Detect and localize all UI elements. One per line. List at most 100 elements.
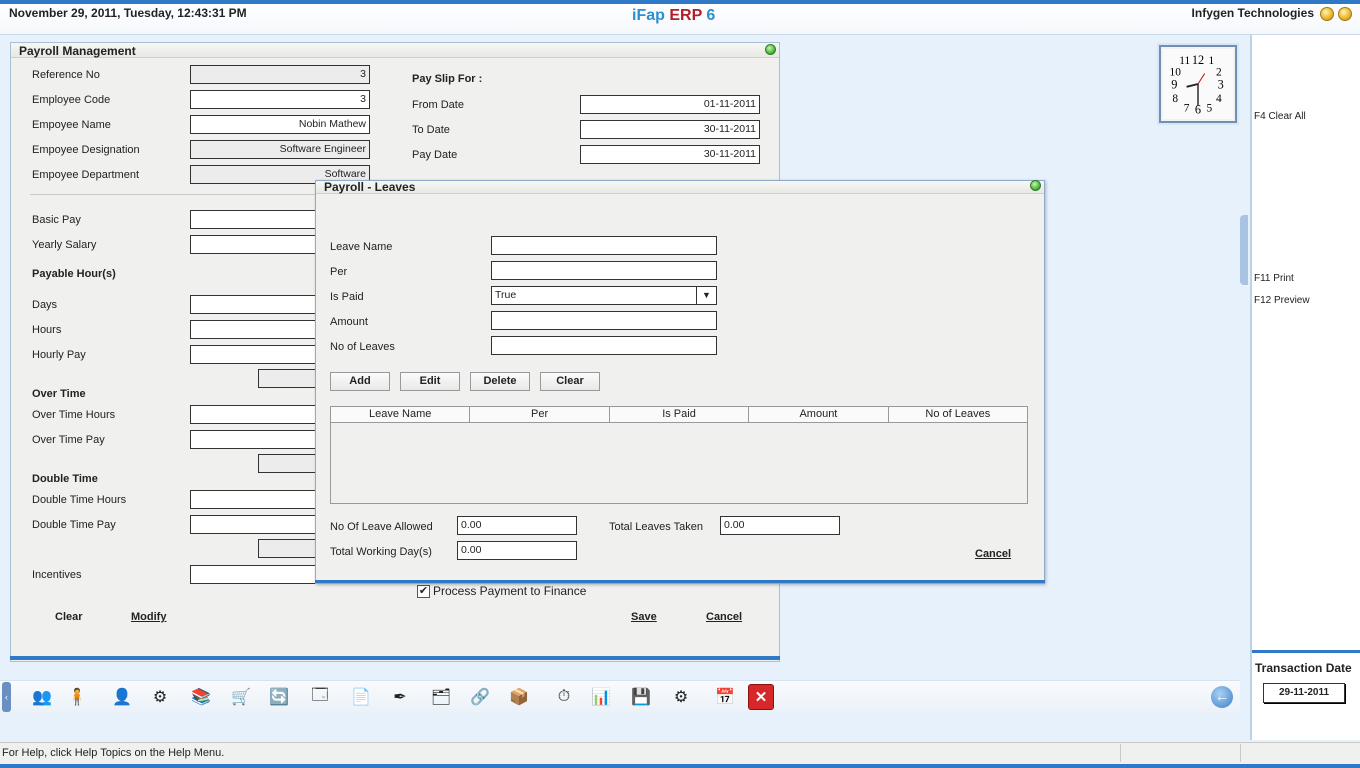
per-input[interactable] xyxy=(491,261,717,280)
box-icon[interactable]: 📦 xyxy=(506,684,532,710)
employee-code-field[interactable]: 3 xyxy=(190,90,370,109)
payable-hours-heading: Payable Hour(s) xyxy=(32,268,116,280)
settings-icon[interactable]: ⚙ xyxy=(668,684,694,710)
process-payment-checkbox[interactable]: ✔ xyxy=(417,585,430,598)
double-time-hours-label: Double Time Hours xyxy=(32,494,127,506)
pen-icon[interactable]: ✒ xyxy=(387,684,413,710)
leaves-table-header: Leave Name Per Is Paid Amount No of Leav… xyxy=(331,407,1027,423)
leaves-cancel-button[interactable]: Cancel xyxy=(975,548,1011,560)
no-of-leaves-label: No of Leaves xyxy=(330,341,395,353)
clock-face-icon: 12 3 6 9 11 1 2 4 5 7 8 10 xyxy=(1162,48,1234,120)
column-header-is-paid[interactable]: Is Paid xyxy=(610,407,750,422)
close-app-icon[interactable] xyxy=(1338,7,1352,21)
double-time-heading: Double Time xyxy=(32,473,98,485)
double-time-pay-label: Double Time Pay xyxy=(32,519,116,531)
f4-clear-all-link[interactable]: F4 Clear All xyxy=(1254,111,1306,122)
document-icon[interactable]: 📄 xyxy=(348,684,374,710)
amount-input[interactable] xyxy=(491,311,717,330)
section-divider xyxy=(30,194,320,195)
person-icon[interactable]: 🧍 xyxy=(64,684,90,710)
payroll-window-title: Payroll Management xyxy=(19,44,136,58)
panel-collapse-handle[interactable] xyxy=(1240,215,1248,285)
over-time-pay-label: Over Time Pay xyxy=(32,434,105,446)
payslip-for-heading: Pay Slip For : xyxy=(412,73,483,85)
svg-text:1: 1 xyxy=(1208,55,1214,67)
share-icon[interactable]: 🔗 xyxy=(467,684,493,710)
status-help-text: For Help, click Help Topics on the Help … xyxy=(2,747,225,759)
no-of-leaves-input[interactable] xyxy=(491,336,717,355)
svg-text:11: 11 xyxy=(1179,55,1190,67)
report-icon[interactable]: 📊 xyxy=(588,684,614,710)
is-paid-label: Is Paid xyxy=(330,291,364,303)
from-date-field[interactable]: 01-11-2011 xyxy=(580,95,760,114)
column-header-per[interactable]: Per xyxy=(470,407,610,422)
chevron-down-icon[interactable]: ▼ xyxy=(696,287,716,304)
over-time-hours-label: Over Time Hours xyxy=(32,409,116,421)
svg-text:10: 10 xyxy=(1170,66,1182,78)
app-brand: iFap ERP 6 xyxy=(632,7,715,25)
cart-icon[interactable]: 🛒 xyxy=(228,684,254,710)
transaction-date-label: Transaction Date xyxy=(1255,661,1352,675)
calendar-icon[interactable]: 📅 xyxy=(712,684,738,710)
brand-version: 6 xyxy=(701,7,716,24)
back-arrow-icon[interactable]: ← xyxy=(1211,686,1233,708)
svg-text:9: 9 xyxy=(1171,78,1177,92)
process-payment-label: Process Payment to Finance xyxy=(433,584,587,598)
minimize-icon[interactable] xyxy=(1320,7,1334,21)
edit-leave-button[interactable]: Edit xyxy=(400,372,460,391)
close-icon[interactable]: ✕ xyxy=(748,684,774,710)
reference-no-field[interactable]: 3 xyxy=(190,65,370,84)
svg-text:4: 4 xyxy=(1216,93,1222,105)
is-paid-select[interactable]: True ▼ xyxy=(491,286,717,305)
toolbar-scroll-left-icon[interactable]: ‹ xyxy=(2,682,11,712)
leave-allowed-label: No Of Leave Allowed xyxy=(330,521,433,533)
tree-icon[interactable]: 🗂 xyxy=(428,684,454,710)
network-icon[interactable]: ⚙ xyxy=(147,684,173,710)
employee-icon[interactable]: 👤 xyxy=(109,684,135,710)
total-taken-field[interactable]: 0.00 xyxy=(720,516,840,535)
column-header-amount[interactable]: Amount xyxy=(749,407,889,422)
pay-date-field[interactable]: 30-11-2011 xyxy=(580,145,760,164)
transaction-date-value[interactable]: 29-11-2011 xyxy=(1263,683,1345,703)
designation-field[interactable]: Software Engineer xyxy=(190,140,370,159)
users-icon[interactable]: 👥 xyxy=(29,684,55,710)
f12-preview-link[interactable]: F12 Preview xyxy=(1254,295,1310,306)
from-date-label: From Date xyxy=(412,99,464,111)
to-date-field[interactable]: 30-11-2011 xyxy=(580,120,760,139)
amount-label: Amount xyxy=(330,316,368,328)
leaves-table[interactable]: Leave Name Per Is Paid Amount No of Leav… xyxy=(330,406,1028,504)
leaves-dialog-close-icon[interactable] xyxy=(1030,180,1041,191)
books-icon[interactable]: 📚 xyxy=(188,684,214,710)
current-datetime: November 29, 2011, Tuesday, 12:43:31 PM xyxy=(9,6,247,20)
cancel-button[interactable]: Cancel xyxy=(706,611,742,623)
over-time-heading: Over Time xyxy=(32,388,86,400)
modify-button[interactable]: Modify xyxy=(131,611,166,623)
designation-label: Empoyee Designation xyxy=(32,144,140,156)
save-button[interactable]: Save xyxy=(631,611,657,623)
timer-icon[interactable]: ⏱ xyxy=(551,684,577,710)
working-days-field[interactable]: 0.00 xyxy=(457,541,577,560)
brand-erp: ERP xyxy=(669,7,702,24)
total-taken-label: Total Leaves Taken xyxy=(609,521,703,533)
employee-code-label: Employee Code xyxy=(32,94,111,106)
svg-text:5: 5 xyxy=(1207,103,1213,115)
window-icon[interactable]: 🗔 xyxy=(307,684,333,710)
svg-text:8: 8 xyxy=(1172,93,1178,105)
delete-leave-button[interactable]: Delete xyxy=(470,372,530,391)
right-shortcut-panel xyxy=(1250,35,1360,740)
save-disk-icon[interactable]: 💾 xyxy=(628,684,654,710)
hourly-pay-label: Hourly Pay xyxy=(32,349,86,361)
leave-name-input[interactable] xyxy=(491,236,717,255)
clear-leave-button[interactable]: Clear xyxy=(540,372,600,391)
leave-allowed-field[interactable]: 0.00 xyxy=(457,516,577,535)
clear-button[interactable]: Clear xyxy=(55,611,83,623)
employee-name-field[interactable]: Nobin Mathew xyxy=(190,115,370,134)
refresh-icon[interactable]: 🔄 xyxy=(266,684,292,710)
add-leave-button[interactable]: Add xyxy=(330,372,390,391)
hours-label: Hours xyxy=(32,324,62,336)
f11-print-link[interactable]: F11 Print xyxy=(1254,273,1294,284)
payroll-window-close-icon[interactable] xyxy=(765,44,776,55)
column-header-leave-name[interactable]: Leave Name xyxy=(331,407,471,422)
column-header-no-of-leaves[interactable]: No of Leaves xyxy=(889,407,1027,422)
employee-name-label: Empoyee Name xyxy=(32,119,111,131)
